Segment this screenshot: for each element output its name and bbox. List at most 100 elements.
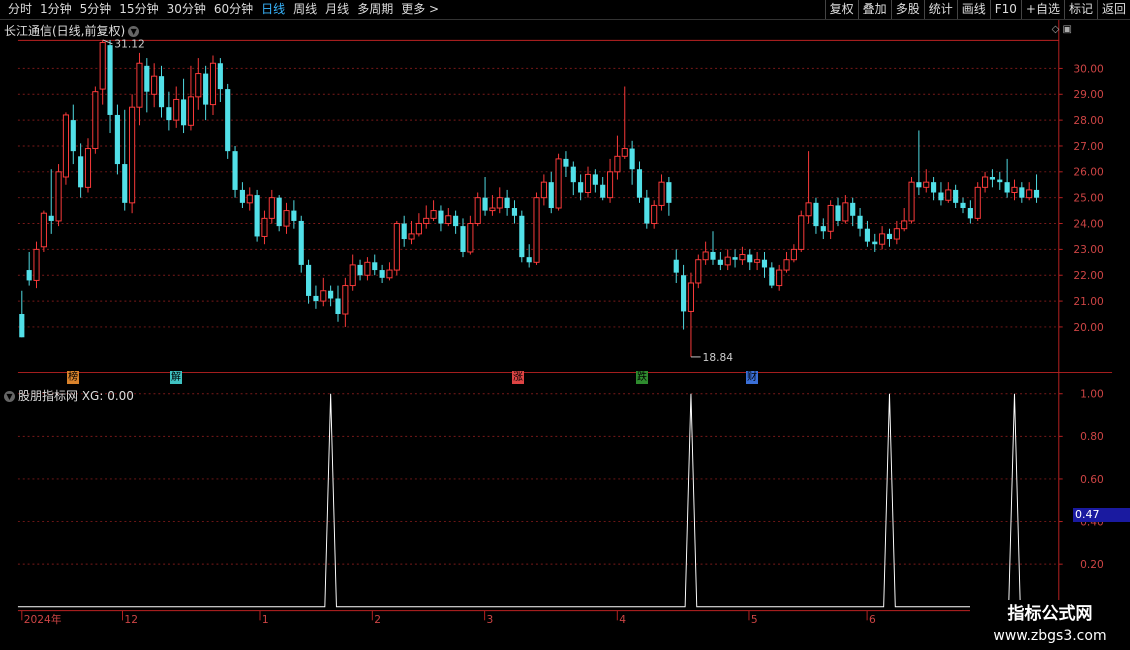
toolbar-button[interactable]: +自选 [1020, 0, 1064, 19]
candle-body [246, 194, 253, 204]
candle-body [151, 75, 158, 95]
candle-body [570, 166, 576, 183]
candle-body [827, 204, 834, 232]
period-tab[interactable]: 1分钟 [36, 1, 76, 18]
indicator-tick-label: 0.80 [1080, 430, 1104, 443]
candle-body [254, 195, 260, 237]
period-tab[interactable]: 更多 > [397, 1, 443, 18]
indicator-tick-label: 1.00 [1080, 388, 1104, 401]
candle-body [261, 217, 268, 237]
candle-body [989, 176, 995, 180]
toolbar-button[interactable]: 多股 [890, 0, 924, 19]
event-marker[interactable]: 财 [746, 371, 758, 384]
chevron-down-icon[interactable]: ▼ [4, 391, 15, 402]
event-marker[interactable]: 跌 [636, 371, 648, 384]
candle-body [629, 148, 635, 170]
candle-body [401, 223, 407, 240]
stock-chart[interactable]: 30.00 29.00 28.00 27.00 26.00 25.00 24.00 23.00… [0, 20, 1130, 630]
toolbar-button[interactable]: 画线 [956, 0, 990, 19]
period-tab[interactable]: 周线 [289, 1, 321, 18]
price-tick-label: 20.00 [1073, 321, 1104, 334]
candle-body [136, 62, 143, 108]
candle-body [879, 233, 886, 245]
candle-body [187, 96, 194, 126]
candle-body [842, 202, 849, 222]
period-tab[interactable]: 月线 [321, 1, 353, 18]
candle-body [19, 314, 25, 338]
watermark: 指标公式网 www.zbgs3.com [970, 600, 1130, 650]
toolbar-button[interactable]: 标记 [1063, 0, 1097, 19]
period-tab[interactable]: 15分钟 [115, 1, 162, 18]
candle-body [747, 254, 753, 263]
candle-body [908, 181, 915, 222]
candle-body [239, 189, 245, 203]
candle-body [342, 285, 349, 315]
candle-body [857, 215, 863, 229]
candle-body [430, 210, 437, 219]
candle-body [893, 228, 900, 240]
maximize-icon[interactable]: ▣ [1063, 24, 1072, 35]
diamond-icon[interactable]: ◇ [1052, 24, 1060, 35]
event-marker[interactable]: 解 [170, 371, 182, 384]
candle-body [386, 269, 393, 279]
toolbar-button[interactable]: F10 [989, 0, 1021, 19]
xg-indicator-line [17, 393, 1130, 608]
toolbar-button[interactable]: 叠加 [857, 0, 891, 19]
candle-body [805, 202, 812, 217]
candle-body [225, 89, 231, 152]
candle-body [584, 173, 592, 193]
candle-body [122, 164, 128, 203]
period-tab[interactable]: 5分钟 [76, 1, 116, 18]
period-tab[interactable]: 30分钟 [163, 1, 210, 18]
candle-body [651, 204, 658, 225]
toolbar-button[interactable]: 返回 [1096, 0, 1130, 19]
toolbar-button[interactable]: 统计 [923, 0, 957, 19]
candle-body [408, 233, 415, 240]
candle-body [129, 106, 136, 204]
period-tab[interactable]: 60分钟 [210, 1, 257, 18]
candle-body [460, 226, 466, 252]
candle-body [938, 192, 944, 201]
candle-body [357, 264, 363, 276]
candle-body [217, 63, 223, 90]
period-tab[interactable]: 多周期 [353, 1, 397, 18]
candle-body [960, 202, 966, 209]
candle-body [901, 220, 908, 230]
event-marker[interactable]: 榜 [67, 371, 79, 384]
candle-body [636, 169, 643, 198]
candle-body [453, 215, 459, 227]
candle-body [78, 156, 84, 188]
candle-body [872, 241, 878, 245]
date-tick-label: 5 [751, 613, 758, 626]
candle-body [724, 256, 731, 266]
candle-body [886, 233, 893, 240]
candle-body [173, 98, 180, 121]
high-label: 31.12 [114, 38, 144, 51]
candle-body [533, 197, 540, 263]
watermark-line1: 指标公式网 [1007, 604, 1093, 624]
candle-body [702, 251, 709, 261]
candle-body [548, 182, 554, 209]
candle-body [1004, 182, 1010, 193]
pane-controls: ◇ ▣ [1052, 24, 1072, 35]
candle-body [144, 65, 150, 92]
date-tick-label: 3 [487, 613, 494, 626]
toolbar-button[interactable]: 复权 [824, 0, 858, 19]
candle-body [578, 182, 584, 193]
candle-body [92, 91, 99, 150]
candle-body [203, 73, 209, 105]
candle-body [717, 259, 723, 265]
indicator-tick-label: 0.20 [1080, 558, 1104, 571]
candle-body [563, 158, 569, 167]
candle-body [33, 248, 40, 281]
candle-body [364, 261, 371, 276]
candle-body [761, 259, 768, 268]
candle-body [732, 257, 738, 260]
candle-body [1033, 189, 1040, 198]
chevron-down-icon[interactable]: ▼ [128, 26, 140, 37]
period-tab[interactable]: 日线 [257, 1, 289, 18]
period-tab[interactable]: 分时 [4, 1, 36, 18]
candle-body [997, 179, 1003, 183]
candle-body [710, 251, 716, 260]
event-marker[interactable]: 涨 [512, 371, 524, 384]
